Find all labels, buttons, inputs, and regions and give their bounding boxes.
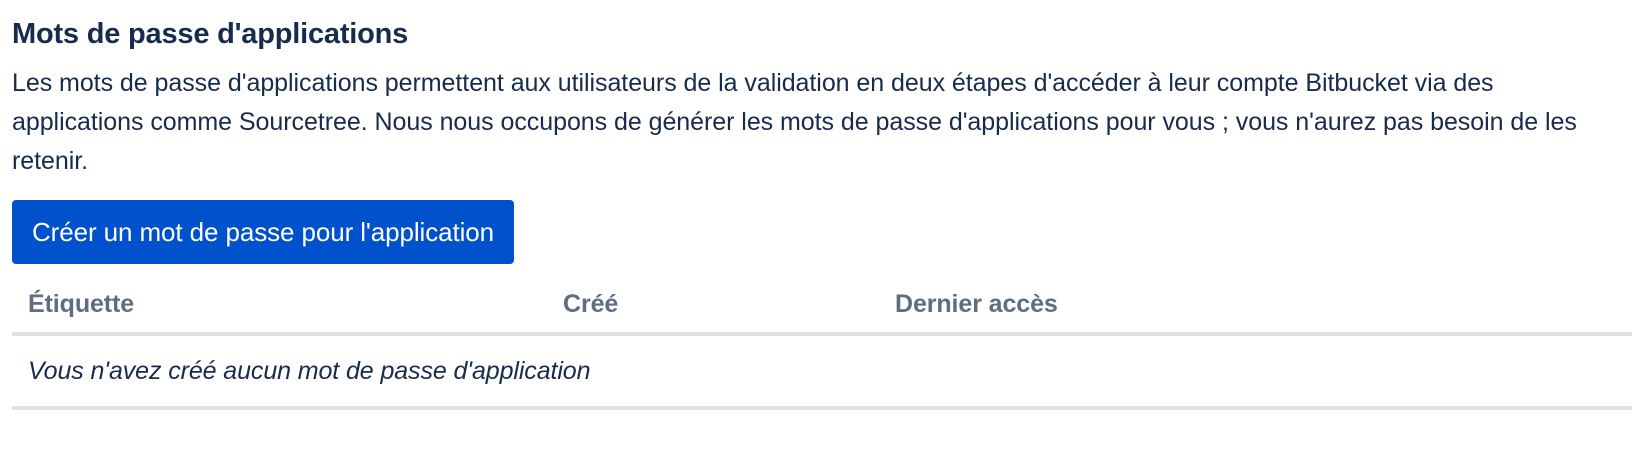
column-header-label[interactable]: Étiquette <box>12 276 547 336</box>
column-header-last-access[interactable]: Dernier accès <box>879 276 1632 336</box>
table-row: Vous n'avez créé aucun mot de passe d'ap… <box>12 334 1632 410</box>
section-description: Les mots de passe d'applications permett… <box>12 69 1577 175</box>
app-passwords-table: Étiquette Créé Dernier accès Vous n'avez… <box>12 276 1632 410</box>
table-header-row: Étiquette Créé Dernier accès <box>12 276 1632 336</box>
section-title: Mots de passe d'applications <box>12 18 409 50</box>
empty-state-message: Vous n'avez créé aucun mot de passe d'ap… <box>12 334 1632 410</box>
app-passwords-section: Mots de passe d'applications Les mots de… <box>0 0 1634 410</box>
column-header-created[interactable]: Créé <box>547 276 879 336</box>
create-app-password-button[interactable]: Créer un mot de passe pour l'application <box>12 200 515 264</box>
